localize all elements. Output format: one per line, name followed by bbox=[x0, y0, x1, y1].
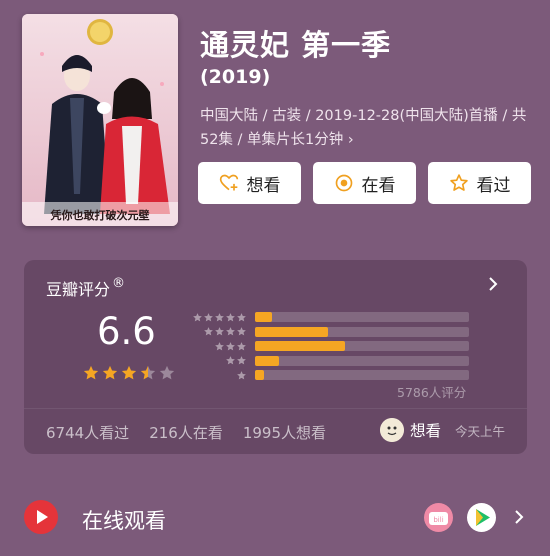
rating-distribution bbox=[192, 310, 472, 383]
distribution-row bbox=[192, 310, 472, 325]
distribution-track bbox=[255, 341, 469, 352]
distribution-track bbox=[255, 355, 469, 366]
poster-slogan: 凭你也敢打破次元壁 bbox=[50, 208, 150, 222]
watching-button[interactable]: 在看 bbox=[313, 162, 416, 204]
distribution-row bbox=[192, 339, 472, 354]
distribution-track bbox=[255, 326, 469, 337]
small-star-icon bbox=[226, 327, 235, 336]
distribution-bar bbox=[255, 312, 273, 323]
friend-activity[interactable]: 想看 今天上午 bbox=[380, 418, 505, 442]
distribution-row bbox=[192, 354, 472, 369]
small-star-icon bbox=[237, 312, 246, 322]
play-icon bbox=[24, 500, 58, 534]
watching-count: 216人在看 bbox=[149, 424, 223, 442]
want-to-watch-button[interactable]: 想看 bbox=[198, 162, 301, 204]
watched-button[interactable]: 看过 bbox=[428, 162, 531, 204]
show-meta-info[interactable]: 中国大陆 / 古装 / 2019-12-28(中国大陆)首播 / 共52集 / … bbox=[200, 104, 535, 152]
target-icon bbox=[335, 174, 352, 192]
rating-stars bbox=[82, 364, 176, 382]
small-star-icon bbox=[215, 341, 224, 351]
rater-count: 5786人评分 bbox=[397, 385, 467, 400]
chevron-right-icon[interactable] bbox=[487, 276, 499, 292]
bilibili-icon[interactable]: bili bbox=[424, 503, 453, 532]
rating-star-icon bbox=[102, 365, 118, 380]
small-star-icon bbox=[215, 327, 224, 336]
poster-image[interactable]: 凭你也敢打破次元壁 bbox=[22, 14, 178, 226]
distribution-track bbox=[255, 312, 469, 323]
distribution-row bbox=[192, 368, 472, 383]
friend-action-time: 今天上午 bbox=[455, 423, 506, 439]
watching-label: 在看 bbox=[361, 175, 396, 196]
release-year: (2019) bbox=[200, 66, 271, 88]
small-star-icon bbox=[226, 356, 235, 365]
online-watch-row[interactable]: 在线观看 bili bbox=[0, 480, 550, 556]
rating-star-icon bbox=[140, 365, 156, 380]
distribution-star-level bbox=[192, 370, 247, 381]
small-star-icon bbox=[237, 341, 246, 351]
distribution-star-level bbox=[192, 312, 247, 323]
want-count: 1995人想看 bbox=[242, 424, 327, 442]
iqiyi-play-icon[interactable] bbox=[467, 503, 496, 532]
divider bbox=[24, 408, 527, 409]
svg-text:bili: bili bbox=[433, 516, 443, 524]
distribution-star-level bbox=[192, 355, 247, 366]
distribution-star-level bbox=[192, 341, 247, 352]
distribution-row bbox=[192, 325, 472, 340]
distribution-track bbox=[255, 370, 469, 381]
watched-label: 看过 bbox=[476, 175, 511, 196]
distribution-bar bbox=[255, 326, 328, 337]
distribution-bar bbox=[255, 355, 279, 366]
douban-rating-card[interactable]: 豆瓣评分 ® 6.6 5786人评分 6744人看过 216人在看 1995人想看… bbox=[24, 260, 527, 454]
small-star-icon bbox=[237, 356, 246, 365]
small-star-icon bbox=[204, 312, 213, 322]
action-buttons: 想看 在看 看过 bbox=[198, 162, 531, 204]
small-star-icon bbox=[215, 312, 224, 322]
online-watch-label: 在线观看 bbox=[82, 509, 166, 533]
rating-star-icon bbox=[83, 365, 99, 380]
small-star-icon bbox=[226, 341, 235, 351]
small-star-icon bbox=[226, 312, 235, 322]
audience-stats: 6744人看过 216人在看 1995人想看 bbox=[46, 422, 326, 443]
star-outline-icon bbox=[449, 174, 468, 191]
distribution-star-level bbox=[192, 326, 247, 337]
watched-count: 6744人看过 bbox=[46, 424, 130, 442]
friend-action-label: 想看 bbox=[410, 422, 442, 440]
distribution-bar bbox=[255, 341, 345, 352]
rating-source-title: 豆瓣评分 ® bbox=[46, 276, 126, 299]
chevron-right-icon[interactable] bbox=[514, 509, 524, 525]
page-title: 通灵妃 第一季 bbox=[200, 28, 392, 62]
small-star-icon bbox=[237, 327, 246, 336]
rating-score: 6.6 bbox=[97, 310, 156, 353]
heart-plus-icon bbox=[219, 174, 238, 191]
rating-star-icon bbox=[121, 365, 137, 380]
rating-star-icon bbox=[159, 365, 175, 380]
small-star-icon bbox=[193, 312, 202, 322]
distribution-bar bbox=[255, 370, 264, 381]
small-star-icon bbox=[204, 327, 213, 336]
want-to-watch-label: 想看 bbox=[246, 175, 281, 196]
small-star-icon bbox=[237, 370, 246, 380]
avatar bbox=[380, 418, 404, 442]
